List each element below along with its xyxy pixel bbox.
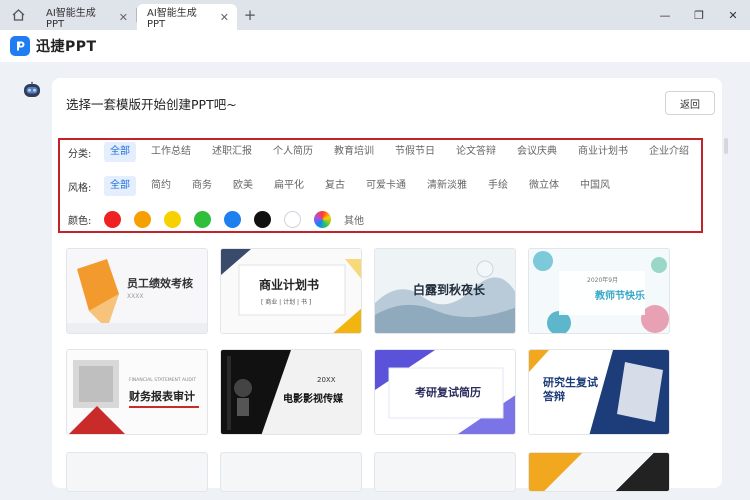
color-label: 颜色:: [68, 215, 92, 227]
new-tab-button[interactable]: +: [237, 0, 263, 30]
template-title: 研究生复试答辩: [543, 376, 598, 403]
color-swatch-orange[interactable]: [134, 210, 151, 228]
template-subtitle: XXXX: [127, 293, 144, 300]
style-chip-western[interactable]: 欧美: [227, 176, 259, 196]
template-preview-art: [67, 249, 207, 333]
color-swatch-blue[interactable]: [224, 210, 241, 228]
template-card-financial-audit[interactable]: FINANCIAL STATEMENT AUDIT 财务报表审计: [66, 349, 208, 435]
color-swatch-yellow[interactable]: [164, 210, 181, 228]
style-chip-simple[interactable]: 简约: [145, 176, 177, 196]
page-title: 选择一套模版开始创建PPT吧~: [66, 97, 237, 112]
home-button[interactable]: [0, 0, 36, 30]
category-chip-all[interactable]: 全部: [104, 142, 136, 162]
category-chip-holiday[interactable]: 节假节日: [389, 142, 441, 162]
style-label: 风格:: [68, 182, 92, 194]
category-chip-resume[interactable]: 个人简历: [267, 142, 319, 162]
color-filter-row: 颜色: 其他: [68, 209, 364, 229]
style-chip-cartoon[interactable]: 可爱卡通: [360, 176, 412, 196]
tab-ai-ppt-2[interactable]: AI智能生成PPT ✕: [137, 4, 237, 30]
style-chip-fresh[interactable]: 清新淡雅: [421, 176, 473, 196]
color-other-option[interactable]: 其他: [344, 212, 364, 227]
template-card-white-dew[interactable]: 白露到秋夜长: [374, 248, 516, 334]
style-chip-all[interactable]: 全部: [104, 176, 136, 196]
close-window-button[interactable]: ✕: [716, 0, 750, 30]
template-card-performance[interactable]: 员工绩效考核 XXXX: [66, 248, 208, 334]
maximize-button[interactable]: ❐: [682, 0, 716, 30]
template-title: 教师节快乐: [595, 291, 645, 302]
category-chip-thesis[interactable]: 论文答辩: [450, 142, 502, 162]
template-title: 财务报表审计: [129, 390, 195, 403]
home-icon: [12, 9, 24, 21]
template-card-peek-1[interactable]: [66, 452, 208, 492]
style-chip-retro[interactable]: 复古: [319, 176, 351, 196]
template-card-grad-resume[interactable]: 考研复试简历: [374, 349, 516, 435]
category-chip-business-plan[interactable]: 商业计划书: [572, 142, 634, 162]
app-name: 迅捷PPT: [36, 39, 97, 55]
category-filter-row: 分类: 全部 工作总结 述职汇报 个人简历 教育培训 节假节日 论文答辩 会议庆…: [68, 142, 704, 162]
robot-assistant-icon: [24, 81, 40, 97]
template-title: 白露到秋夜长: [413, 283, 486, 297]
template-card-peek-3[interactable]: [374, 452, 516, 492]
template-card-film-media[interactable]: 20XX 电影影视传媒: [220, 349, 362, 435]
template-card-grad-defense[interactable]: 研究生复试答辩: [528, 349, 670, 435]
color-swatch-red[interactable]: [104, 210, 121, 228]
color-swatch-rainbow[interactable]: [314, 210, 331, 228]
category-chip-report[interactable]: 述职汇报: [206, 142, 258, 162]
tab-ai-ppt-1[interactable]: AI智能生成PPT ✕: [36, 4, 136, 30]
color-swatch-white[interactable]: [284, 210, 301, 228]
window-controls: — ❐ ✕: [648, 0, 750, 30]
style-filter-row: 风格: 全部 简约 商务 欧美 扁平化 复古 可爱卡通 清新淡雅 手绘 微立体 …: [68, 176, 625, 196]
template-card-business-plan[interactable]: 商业计划书 [ 商业 | 计划 | 书 ]: [220, 248, 362, 334]
style-chip-3d[interactable]: 微立体: [523, 176, 565, 196]
app-header: 迅捷PPT: [0, 30, 750, 62]
category-label: 分类:: [68, 148, 92, 160]
template-year: 20XX: [317, 376, 336, 384]
scrollbar[interactable]: [724, 138, 728, 154]
tab-close-icon[interactable]: ✕: [119, 11, 128, 24]
template-date: 2020年9月: [587, 277, 619, 284]
template-title: 员工绩效考核: [127, 277, 193, 290]
title-bar: AI智能生成PPT ✕ AI智能生成PPT ✕ + — ❐ ✕: [0, 0, 750, 30]
app-logo-icon: [10, 36, 30, 56]
tab-close-icon[interactable]: ✕: [220, 11, 229, 24]
back-button[interactable]: 返回: [665, 91, 715, 115]
category-chip-education[interactable]: 教育培训: [328, 142, 380, 162]
tab-label: AI智能生成PPT: [147, 8, 197, 30]
template-subtitle: [ 商业 | 计划 | 书 ]: [261, 299, 312, 306]
category-chip-company[interactable]: 企业介绍: [643, 142, 695, 162]
filter-panel: 分类: 全部 工作总结 述职汇报 个人简历 教育培训 节假节日 论文答辩 会议庆…: [58, 138, 703, 233]
template-title: 商业计划书: [259, 278, 320, 292]
template-title: 考研复试简历: [415, 386, 481, 399]
template-card-peek-4[interactable]: [528, 452, 670, 492]
category-chip-work-summary[interactable]: 工作总结: [145, 142, 197, 162]
style-chip-business[interactable]: 商务: [186, 176, 218, 196]
style-chip-handdrawn[interactable]: 手绘: [482, 176, 514, 196]
template-card-peek-2[interactable]: [220, 452, 362, 492]
style-chip-chinese[interactable]: 中国风: [574, 176, 616, 196]
style-chip-flat[interactable]: 扁平化: [268, 176, 310, 196]
color-swatch-green[interactable]: [194, 210, 211, 228]
color-swatch-black[interactable]: [254, 210, 271, 228]
template-title: 电影影视传媒: [283, 394, 343, 405]
tab-label: AI智能生成PPT: [46, 8, 96, 30]
minimize-button[interactable]: —: [648, 0, 682, 30]
template-card-teachers-day[interactable]: 2020年9月 教师节快乐: [528, 248, 670, 334]
template-subtitle: FINANCIAL STATEMENT AUDIT: [129, 378, 196, 383]
category-chip-ceremony[interactable]: 会议庆典: [511, 142, 563, 162]
